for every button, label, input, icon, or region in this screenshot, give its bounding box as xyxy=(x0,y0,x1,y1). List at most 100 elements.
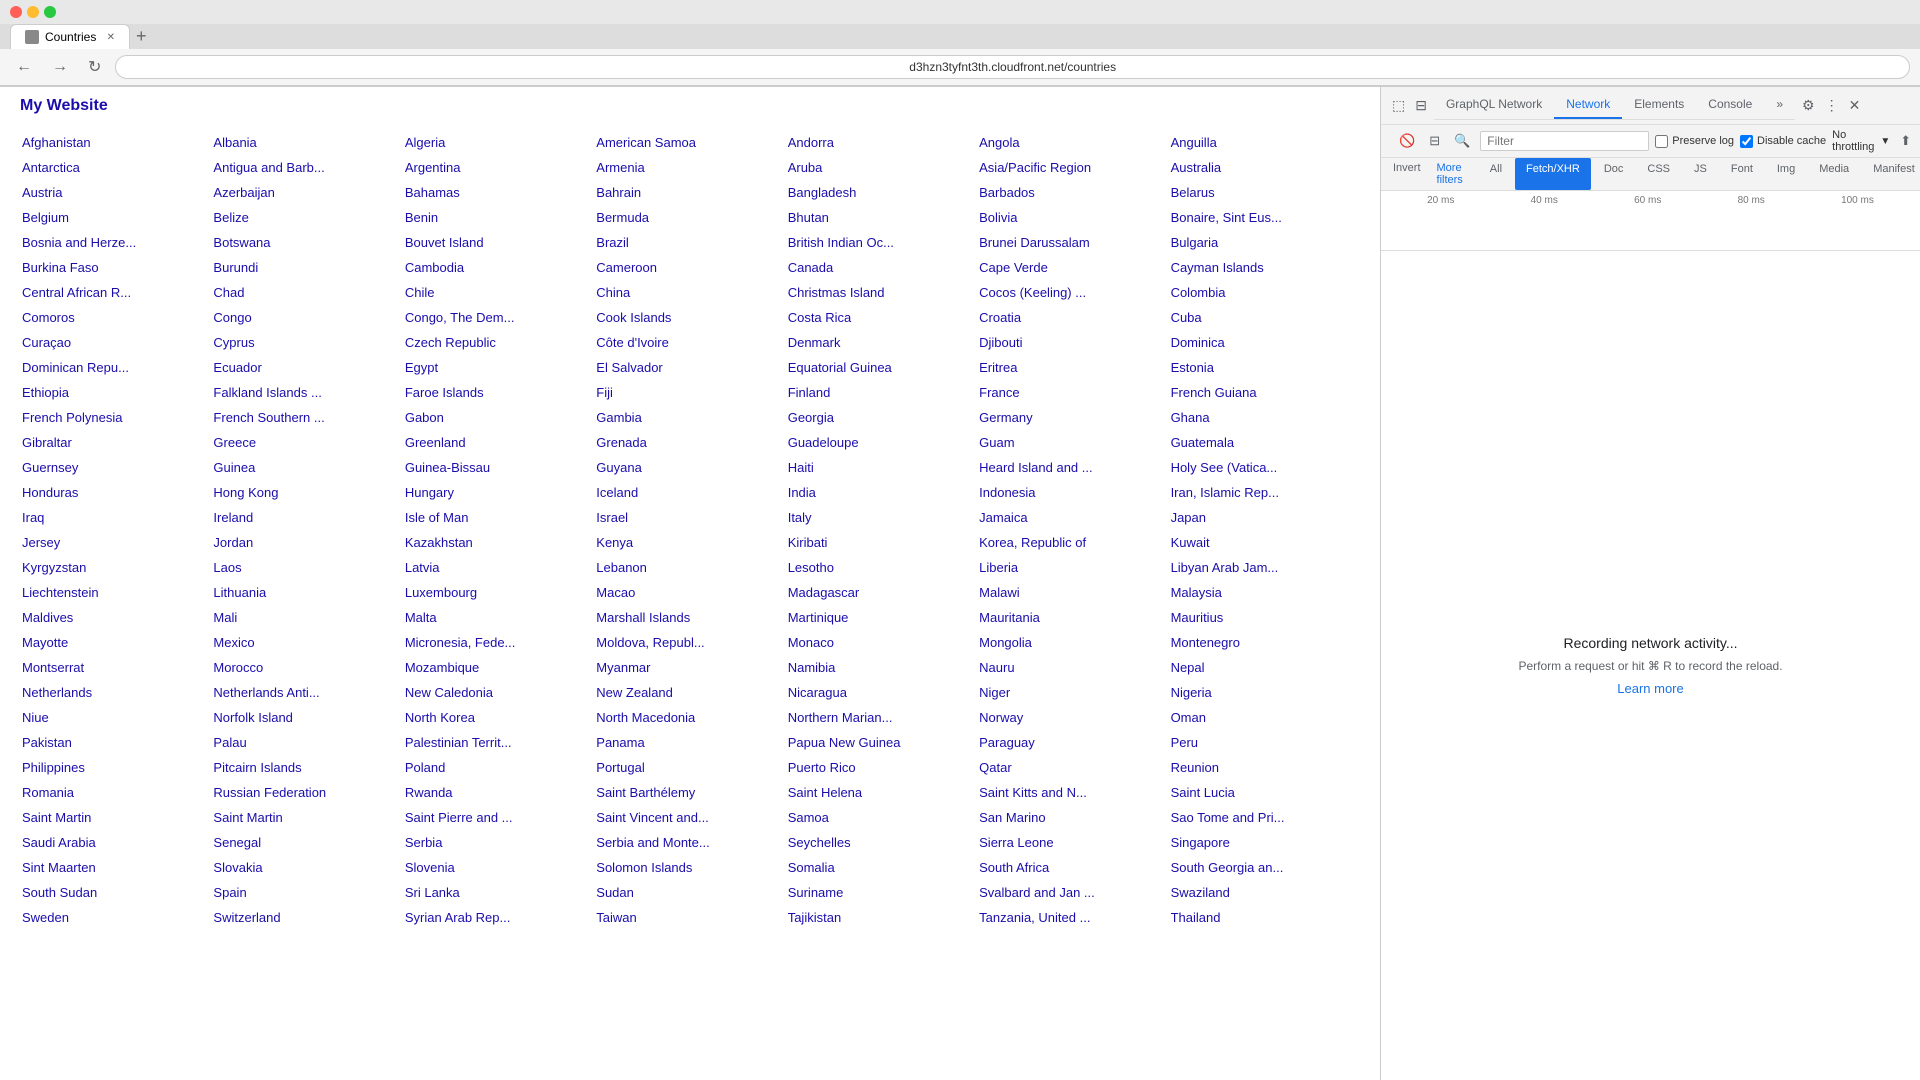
country-item[interactable]: Cyprus xyxy=(211,331,402,354)
country-item[interactable]: Monaco xyxy=(786,631,977,654)
country-item[interactable]: Niger xyxy=(977,681,1168,704)
country-item[interactable]: Afghanistan xyxy=(20,131,211,154)
country-item[interactable]: Switzerland xyxy=(211,906,402,929)
country-item[interactable]: Oman xyxy=(1169,706,1360,729)
country-item[interactable]: South Africa xyxy=(977,856,1168,879)
country-item[interactable]: Barbados xyxy=(977,181,1168,204)
disable-cache-label[interactable]: Disable cache xyxy=(1740,135,1826,148)
devtools-tab-graphql-network[interactable]: GraphQL Network xyxy=(1434,91,1554,119)
country-item[interactable]: Serbia xyxy=(403,831,594,854)
country-item[interactable]: Cook Islands xyxy=(594,306,785,329)
net-filter-tab-fetch/xhr[interactable]: Fetch/XHR xyxy=(1515,158,1591,190)
inspect-element-button[interactable]: ⬚ xyxy=(1389,94,1408,117)
country-item[interactable]: Sweden xyxy=(20,906,211,929)
country-item[interactable]: Colombia xyxy=(1169,281,1360,304)
country-item[interactable]: El Salvador xyxy=(594,356,785,379)
country-item[interactable]: Saint Helena xyxy=(786,781,977,804)
country-item[interactable]: Greece xyxy=(211,431,402,454)
country-item[interactable]: Burkina Faso xyxy=(20,256,211,279)
country-item[interactable]: New Caledonia xyxy=(403,681,594,704)
net-filter-tab-all[interactable]: All xyxy=(1479,158,1513,190)
country-item[interactable]: Bangladesh xyxy=(786,181,977,204)
country-item[interactable]: Latvia xyxy=(403,556,594,579)
country-item[interactable]: Rwanda xyxy=(403,781,594,804)
search-button[interactable]: 🔍 xyxy=(1450,131,1474,151)
country-item[interactable]: Niue xyxy=(20,706,211,729)
country-item[interactable]: Saint Martin xyxy=(20,806,211,829)
country-item[interactable]: Saint Kitts and N... xyxy=(977,781,1168,804)
country-item[interactable]: Myanmar xyxy=(594,656,785,679)
country-item[interactable]: Cape Verde xyxy=(977,256,1168,279)
country-item[interactable]: Ecuador xyxy=(211,356,402,379)
country-item[interactable]: South Georgia an... xyxy=(1169,856,1360,879)
country-item[interactable]: Haiti xyxy=(786,456,977,479)
country-item[interactable]: Cambodia xyxy=(403,256,594,279)
country-item[interactable]: Iceland xyxy=(594,481,785,504)
country-item[interactable]: Equatorial Guinea xyxy=(786,356,977,379)
country-item[interactable]: Korea, Republic of xyxy=(977,531,1168,554)
country-item[interactable]: Namibia xyxy=(786,656,977,679)
country-item[interactable]: Malaysia xyxy=(1169,581,1360,604)
net-filter-tab-js[interactable]: JS xyxy=(1683,158,1718,190)
country-item[interactable]: Antigua and Barb... xyxy=(211,156,402,179)
country-item[interactable]: Eritrea xyxy=(977,356,1168,379)
country-item[interactable]: San Marino xyxy=(977,806,1168,829)
country-item[interactable]: Jordan xyxy=(211,531,402,554)
country-item[interactable]: Kuwait xyxy=(1169,531,1360,554)
country-item[interactable]: Anguilla xyxy=(1169,131,1360,154)
net-filter-tab-media[interactable]: Media xyxy=(1808,158,1860,190)
clear-button[interactable]: 🚫 xyxy=(1395,131,1419,151)
country-item[interactable]: Belgium xyxy=(20,206,211,229)
new-tab-button[interactable]: + xyxy=(136,26,147,47)
country-item[interactable]: Costa Rica xyxy=(786,306,977,329)
country-item[interactable]: Papua New Guinea xyxy=(786,731,977,754)
country-item[interactable]: Antarctica xyxy=(20,156,211,179)
country-item[interactable]: Peru xyxy=(1169,731,1360,754)
country-item[interactable]: Madagascar xyxy=(786,581,977,604)
country-item[interactable]: Benin xyxy=(403,206,594,229)
net-filter-tab-doc[interactable]: Doc xyxy=(1593,158,1635,190)
country-item[interactable]: Bahamas xyxy=(403,181,594,204)
country-item[interactable]: Norway xyxy=(977,706,1168,729)
country-item[interactable]: Israel xyxy=(594,506,785,529)
country-item[interactable]: Iran, Islamic Rep... xyxy=(1169,481,1360,504)
country-item[interactable]: Christmas Island xyxy=(786,281,977,304)
country-item[interactable]: Brazil xyxy=(594,231,785,254)
country-item[interactable]: Luxembourg xyxy=(403,581,594,604)
country-item[interactable]: Libyan Arab Jam... xyxy=(1169,556,1360,579)
country-item[interactable]: Kyrgyzstan xyxy=(20,556,211,579)
country-item[interactable]: Lithuania xyxy=(211,581,402,604)
close-button[interactable] xyxy=(10,6,22,18)
country-item[interactable]: Swaziland xyxy=(1169,881,1360,904)
country-item[interactable]: Hungary xyxy=(403,481,594,504)
country-item[interactable]: Saint Pierre and ... xyxy=(403,806,594,829)
learn-more-link[interactable]: Learn more xyxy=(1617,681,1683,696)
country-item[interactable]: Brunei Darussalam xyxy=(977,231,1168,254)
country-item[interactable]: Maldives xyxy=(20,606,211,629)
country-item[interactable]: China xyxy=(594,281,785,304)
country-item[interactable]: Albania xyxy=(211,131,402,154)
country-item[interactable]: Lesotho xyxy=(786,556,977,579)
country-item[interactable]: Nauru xyxy=(977,656,1168,679)
country-item[interactable]: Kiribati xyxy=(786,531,977,554)
country-item[interactable]: Egypt xyxy=(403,356,594,379)
country-item[interactable]: Laos xyxy=(211,556,402,579)
country-item[interactable]: Asia/Pacific Region xyxy=(977,156,1168,179)
country-item[interactable]: Australia xyxy=(1169,156,1360,179)
country-item[interactable]: Dominican Repu... xyxy=(20,356,211,379)
country-item[interactable]: Lebanon xyxy=(594,556,785,579)
country-item[interactable]: Syrian Arab Rep... xyxy=(403,906,594,929)
country-item[interactable]: Argentina xyxy=(403,156,594,179)
country-item[interactable]: Croatia xyxy=(977,306,1168,329)
country-item[interactable]: Kenya xyxy=(594,531,785,554)
country-item[interactable]: Sierra Leone xyxy=(977,831,1168,854)
country-item[interactable]: Guadeloupe xyxy=(786,431,977,454)
country-item[interactable]: Faroe Islands xyxy=(403,381,594,404)
country-item[interactable]: Tanzania, United ... xyxy=(977,906,1168,929)
country-item[interactable]: Pitcairn Islands xyxy=(211,756,402,779)
country-item[interactable]: Saint Barthélemy xyxy=(594,781,785,804)
more-filters-button[interactable]: More filters xyxy=(1429,158,1471,190)
country-item[interactable]: Seychelles xyxy=(786,831,977,854)
net-filter-tab-font[interactable]: Font xyxy=(1720,158,1764,190)
country-item[interactable]: Sri Lanka xyxy=(403,881,594,904)
